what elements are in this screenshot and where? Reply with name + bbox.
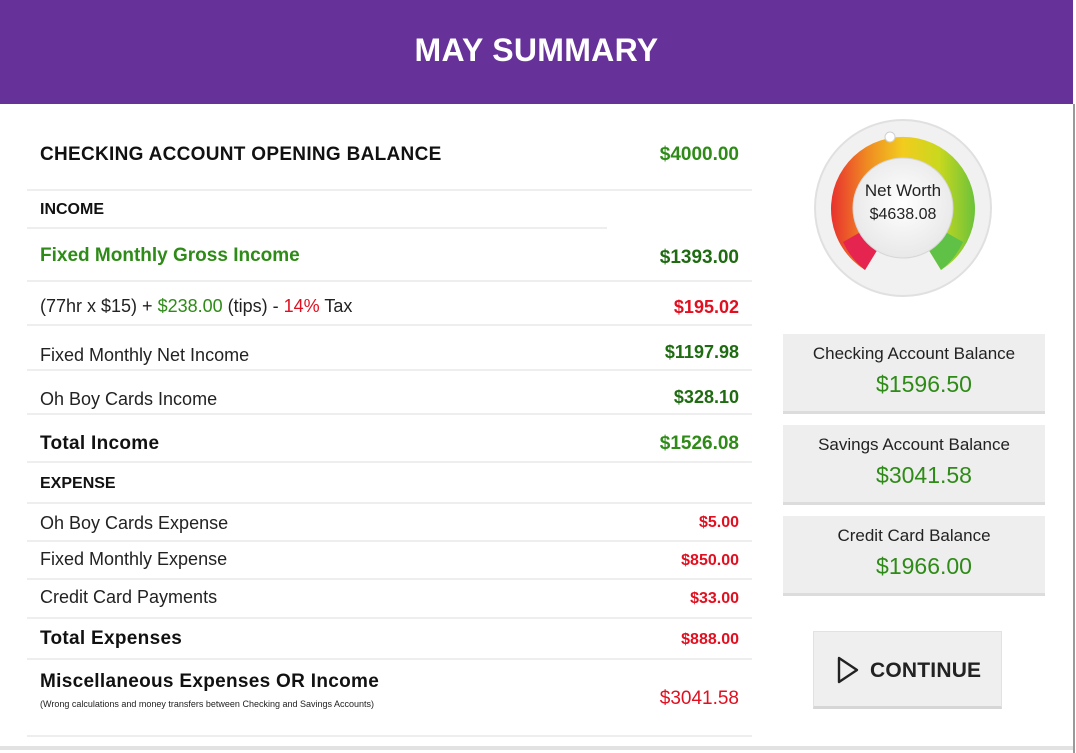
fixed-expense-label: Fixed Monthly Expense — [40, 549, 228, 569]
cards-income-label: Oh Boy Cards Income — [40, 389, 218, 409]
divider — [27, 540, 752, 542]
misc-label: Miscellaneous Expenses OR Income — [40, 671, 380, 692]
checking-balance-card: Checking Account Balance $1596.50 — [783, 334, 1045, 414]
savings-balance-card: Savings Account Balance $3041.58 — [783, 425, 1045, 505]
divider — [27, 735, 752, 737]
opening-balance-value: $4000.00 — [659, 144, 739, 165]
divider — [27, 189, 752, 191]
credit-balance-card: Credit Card Balance $1966.00 — [783, 516, 1045, 596]
continue-label: CONTINUE — [870, 659, 982, 682]
total-expenses-value: $888.00 — [681, 631, 739, 648]
net-income-label: Fixed Monthly Net Income — [40, 345, 250, 365]
divider — [27, 227, 607, 229]
checking-balance-value: $1596.50 — [876, 371, 972, 397]
cards-expense-label: Oh Boy Cards Expense — [40, 513, 229, 533]
divider — [27, 658, 752, 660]
continue-button[interactable]: CONTINUE — [813, 631, 1002, 709]
divider — [27, 413, 752, 415]
total-expenses-label: Total Expenses — [40, 628, 183, 649]
gross-income-label: Fixed Monthly Gross Income — [40, 245, 300, 266]
net-worth-value: $4638.08 — [869, 206, 937, 223]
divider — [27, 617, 752, 619]
tax-line-part2: (tips) - — [222, 296, 284, 316]
bottom-border — [0, 746, 1073, 750]
credit-balance-value: $1966.00 — [876, 553, 972, 579]
divider — [27, 324, 752, 326]
income-section-label: INCOME — [40, 201, 104, 218]
divider — [27, 461, 752, 463]
tax-calculation-line: (77hr x $15) + $238.00 (tips) - 14% Tax — [40, 296, 352, 317]
tips-amount: $238.00 — [157, 296, 223, 316]
expense-section-label: EXPENSE — [40, 475, 116, 492]
savings-balance-label: Savings Account Balance — [818, 435, 1010, 454]
credit-payments-value: $33.00 — [690, 590, 739, 607]
page-title: MAY SUMMARY — [414, 32, 659, 68]
tax-value: $195.02 — [673, 297, 739, 317]
misc-note: (Wrong calculations and money transfers … — [40, 699, 375, 709]
net-worth-gauge: Net Worth $4638.08 — [813, 118, 993, 298]
credit-payments-label: Credit Card Payments — [40, 587, 218, 607]
tax-line-part3: Tax — [319, 296, 353, 316]
net-income-value: $1197.98 — [664, 342, 739, 362]
net-worth-label: Net Worth — [864, 181, 942, 200]
tax-rate: 14% — [283, 296, 320, 316]
gross-income-value: $1393.00 — [659, 247, 739, 268]
opening-balance-label: CHECKING ACCOUNT OPENING BALANCE — [40, 144, 442, 165]
cards-expense-value: $5.00 — [698, 514, 739, 531]
total-income-value: $1526.08 — [659, 433, 739, 454]
savings-balance-value: $3041.58 — [876, 462, 972, 488]
divider — [27, 280, 752, 282]
right-border — [1073, 104, 1075, 753]
misc-value: $3041.58 — [659, 688, 739, 709]
divider — [27, 578, 752, 580]
credit-balance-label: Credit Card Balance — [837, 526, 991, 545]
tax-line-part1: (77hr x $15) + — [40, 296, 158, 316]
play-outline-icon — [836, 656, 860, 689]
total-income-label: Total Income — [40, 433, 160, 454]
checking-balance-label: Checking Account Balance — [812, 344, 1016, 363]
divider — [27, 502, 752, 504]
fixed-expense-value: $850.00 — [681, 552, 739, 569]
cards-income-value: $328.10 — [673, 387, 739, 407]
divider — [27, 369, 752, 371]
header-bar: MAY SUMMARY — [0, 0, 1073, 104]
